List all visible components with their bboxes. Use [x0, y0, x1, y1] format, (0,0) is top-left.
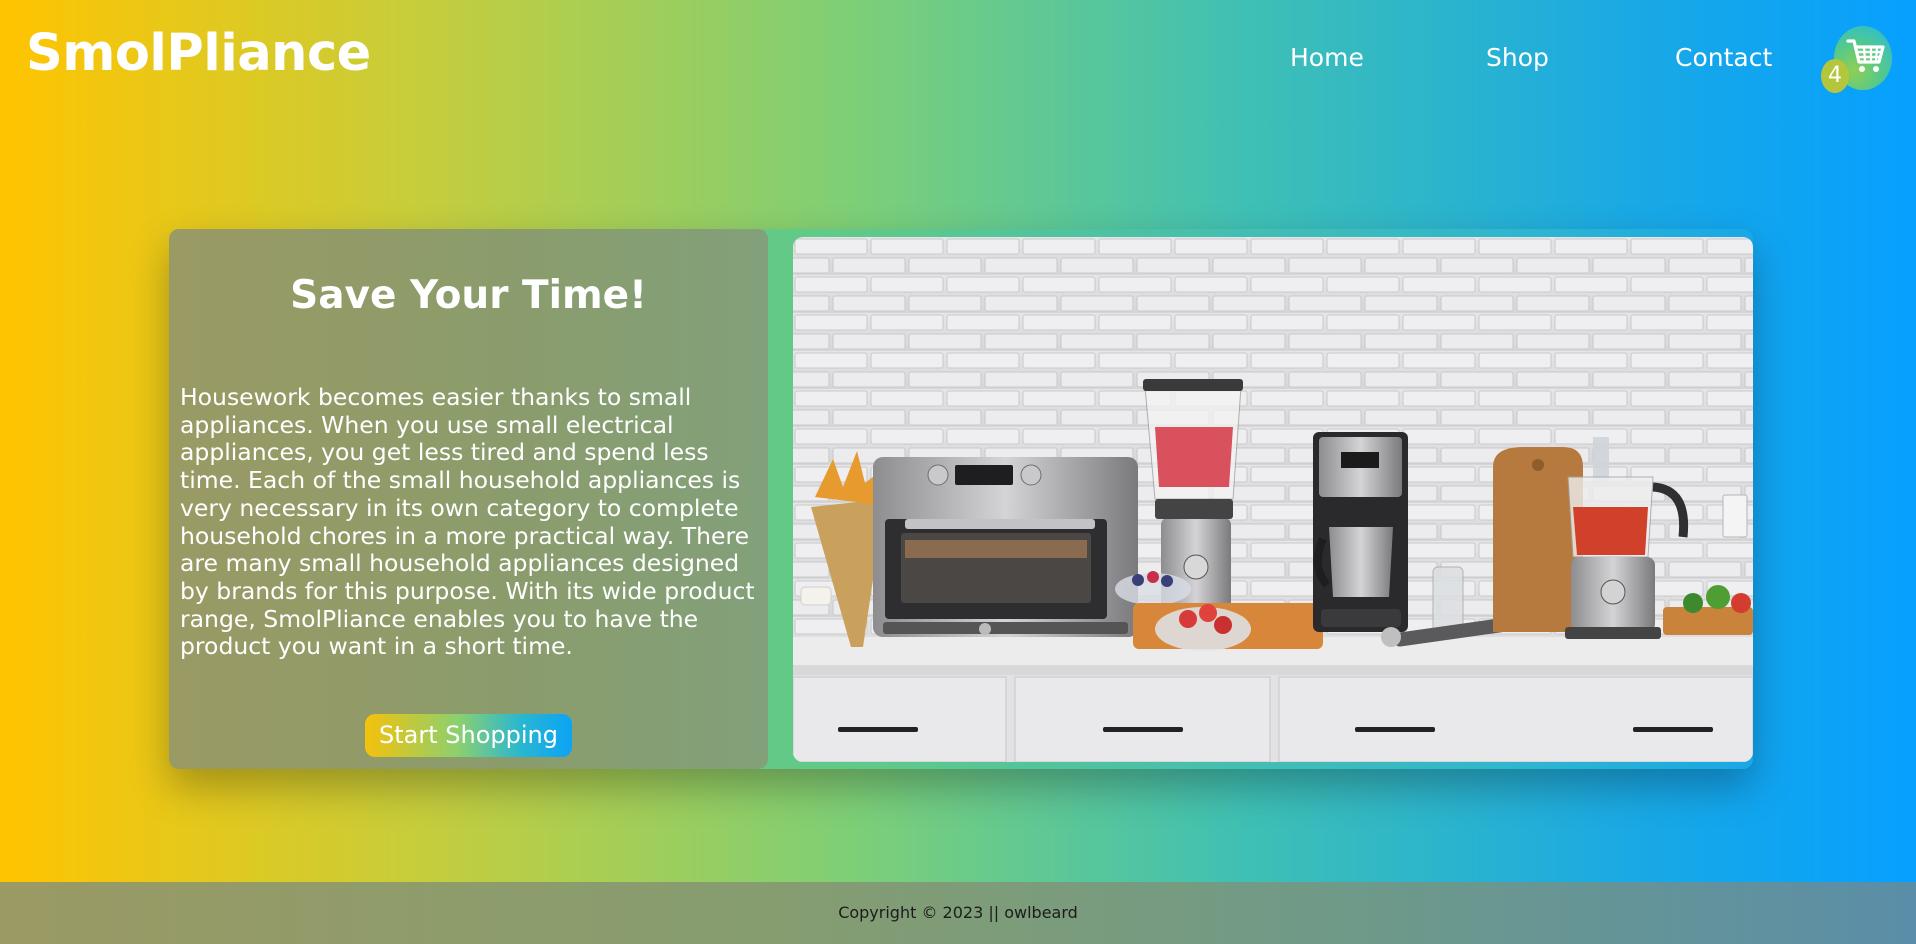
- start-shopping-button[interactable]: Start Shopping: [365, 714, 572, 757]
- site-footer: Copyright © 2023 || owlbeard: [0, 882, 1916, 944]
- hero-title: Save Your Time!: [290, 273, 647, 318]
- nav-home-link[interactable]: Home: [1290, 40, 1364, 76]
- kitchen-appliances-image: [793, 237, 1753, 762]
- main-nav: Home Shop Contact: [0, 40, 1916, 76]
- shopping-cart-icon: [1846, 36, 1886, 80]
- cart-button[interactable]: 4: [1821, 26, 1892, 93]
- hero-card: Save Your Time! Housework becomes easier…: [169, 229, 1753, 769]
- footer-copyright: Copyright © 2023 || owlbeard: [838, 903, 1078, 922]
- hero-description: Housework becomes easier thanks to small…: [180, 383, 755, 661]
- hero-text-panel: Save Your Time! Housework becomes easier…: [169, 229, 768, 769]
- nav-contact-link[interactable]: Contact: [1675, 40, 1772, 76]
- cart-count-badge: 4: [1821, 59, 1849, 93]
- site-header: SmolPliance Home Shop Contact 4: [0, 0, 1916, 116]
- nav-shop-link[interactable]: Shop: [1486, 40, 1549, 76]
